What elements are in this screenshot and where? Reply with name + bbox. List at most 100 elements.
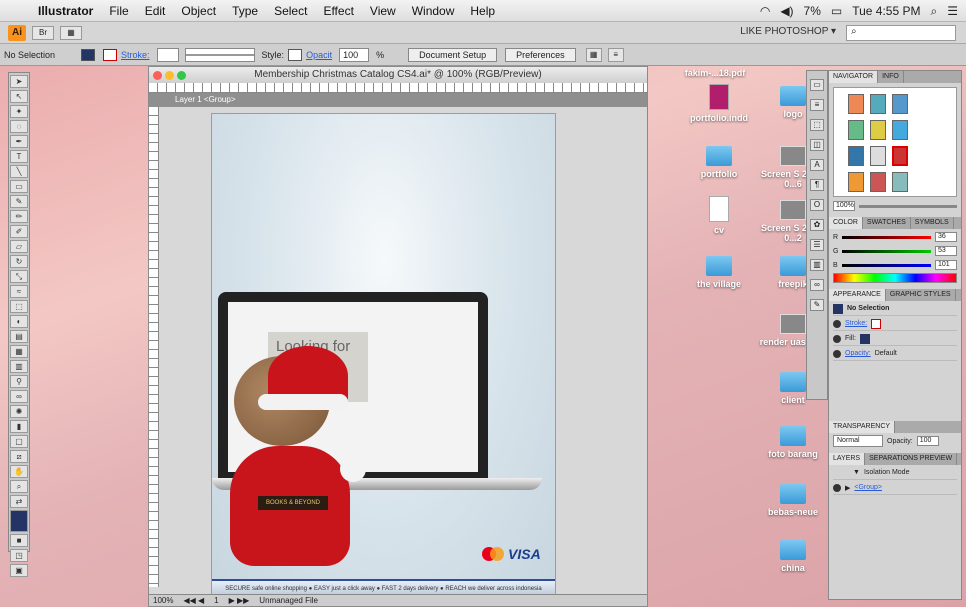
visibility-eye-icon[interactable]	[833, 349, 841, 358]
blend-mode-select[interactable]: Normal	[833, 435, 883, 447]
stroke-panel-icon[interactable]: ☰	[810, 239, 824, 251]
navigator-zoom-slider[interactable]	[859, 204, 957, 208]
wifi-icon[interactable]: ◠	[760, 4, 770, 18]
r-slider[interactable]	[842, 235, 931, 239]
desktop-icon-china[interactable]: china	[758, 540, 828, 573]
vertical-ruler[interactable]	[149, 107, 159, 587]
workspace-switcher[interactable]: LIKE PHOTOSHOP ▾	[740, 26, 836, 37]
spotlight-icon[interactable]: ⌕	[931, 4, 938, 19]
artboard-navigation[interactable]: ◀◀ ◀	[183, 595, 204, 606]
symbols-panel-icon[interactable]: ✿	[810, 219, 824, 231]
opentype-panel-icon[interactable]: O	[810, 199, 824, 211]
help-search-input[interactable]: ⌕	[846, 25, 956, 41]
desktop-icon-bebas-neue[interactable]: bebas-neue	[758, 484, 828, 517]
zoom-level[interactable]: 100%	[153, 595, 173, 606]
tab-layers[interactable]: LAYERS	[829, 453, 866, 465]
pen-tool-icon[interactable]: ✒	[10, 135, 28, 148]
volume-icon[interactable]: ◀︎)	[780, 4, 793, 18]
stroke-link[interactable]: Stroke:	[121, 50, 150, 60]
layer-row-isolation[interactable]: ▼ Isolation Mode	[833, 466, 957, 480]
menu-object[interactable]: Object	[173, 4, 224, 18]
menu-view[interactable]: View	[362, 4, 404, 18]
teddy-bear-illustration[interactable]: BOOKS & BEYOND	[228, 346, 366, 574]
lasso-tool-icon[interactable]: ◌	[10, 120, 28, 133]
pencil-tool-icon[interactable]: ✏	[10, 210, 28, 223]
fill-stroke-indicator[interactable]	[10, 510, 28, 532]
arrange-icon[interactable]: ▦	[585, 47, 602, 62]
tab-info[interactable]: INFO	[878, 71, 904, 83]
fill-swatch[interactable]	[859, 333, 870, 344]
stroke-link[interactable]: Stroke:	[845, 320, 867, 327]
stroke-weight-field[interactable]	[156, 47, 179, 62]
mesh-tool-icon[interactable]: ▦	[10, 345, 28, 358]
tab-color[interactable]: COLOR	[829, 217, 863, 229]
tab-symbols[interactable]: SYMBOLS	[911, 217, 954, 229]
desktop-icon-cv[interactable]: cv	[684, 196, 754, 235]
rectangle-tool-icon[interactable]: ▭	[10, 180, 28, 193]
artboard-next[interactable]: ▶ ▶▶	[229, 595, 250, 606]
panel-menu-icon[interactable]: ≡	[607, 47, 624, 62]
shape-builder-tool-icon[interactable]: ◐	[10, 315, 28, 328]
visibility-eye-icon[interactable]	[833, 319, 841, 328]
status-text[interactable]: Unmanaged File	[259, 595, 318, 606]
hand-tool-icon[interactable]: ✋	[10, 465, 28, 478]
blend-tool-icon[interactable]: ∞	[10, 390, 28, 403]
notification-icon[interactable]: ☰	[947, 4, 958, 18]
menu-type[interactable]: Type	[224, 4, 266, 18]
appearance-opacity-row[interactable]: Opacity: Default	[833, 347, 957, 361]
desktop-icon-pdf[interactable]: fakim-...18.pdf	[680, 68, 750, 78]
desktop-icon-portfolio[interactable]: portfolio	[684, 146, 754, 179]
navigator-zoom-field[interactable]: 100%	[833, 201, 855, 211]
tab-navigator[interactable]: NAVIGATOR	[829, 71, 879, 83]
arrange-documents-button[interactable]: ▦	[60, 25, 82, 40]
opacity-link[interactable]: Opacity:	[845, 350, 871, 357]
eyedropper-tool-icon[interactable]: ⚲	[10, 375, 28, 388]
pathfinder-panel-icon[interactable]: ◫	[810, 139, 824, 151]
menu-help[interactable]: Help	[462, 4, 503, 18]
navigator-preview[interactable]	[833, 87, 957, 197]
desktop-icon-portfolio-indd[interactable]: portfolio.indd	[684, 84, 754, 123]
battery-status[interactable]: 7%	[804, 4, 821, 18]
paintbrush-tool-icon[interactable]: ✎	[10, 195, 28, 208]
stroke-swatch[interactable]	[103, 48, 118, 61]
visibility-eye-icon[interactable]	[833, 334, 841, 343]
zoom-tool-icon[interactable]: ⌕	[10, 480, 28, 493]
g-value-field[interactable]: 53	[935, 246, 957, 256]
brush-definition-select[interactable]	[184, 47, 255, 62]
opacity-link[interactable]: Opacit	[306, 50, 332, 60]
color-mode-icon[interactable]: ■	[10, 534, 28, 547]
clock[interactable]: Tue 4:55 PM	[852, 4, 920, 18]
rotate-tool-icon[interactable]: ↻	[10, 255, 28, 268]
desktop-icon-the-village[interactable]: the village	[684, 256, 754, 289]
appearance-stroke-row[interactable]: Stroke:	[833, 317, 957, 331]
transform-panel-icon[interactable]: ⬚	[810, 119, 824, 131]
drawing-mode-icon[interactable]: ◳	[10, 549, 28, 562]
visibility-eye-icon[interactable]	[833, 483, 841, 492]
slice-tool-icon[interactable]: ⧄	[10, 450, 28, 463]
bridge-button[interactable]: Br	[32, 25, 54, 40]
align-panel-icon[interactable]: ≡	[810, 99, 824, 111]
eraser-tool-icon[interactable]: ▱	[10, 240, 28, 253]
r-value-field[interactable]: 36	[935, 232, 957, 242]
links-panel-icon[interactable]: ∞	[810, 279, 824, 291]
menu-file[interactable]: File	[101, 4, 136, 18]
swap-fill-stroke-icon[interactable]: ⇄	[10, 495, 28, 508]
character-panel-icon[interactable]: A	[810, 159, 824, 171]
horizontal-ruler[interactable]	[149, 83, 647, 93]
menu-app-name[interactable]: Illustrator	[30, 4, 101, 18]
disclosure-triangle-icon[interactable]: ▼	[853, 469, 860, 476]
disclosure-triangle-icon[interactable]: ▶	[845, 484, 850, 492]
close-window-icon[interactable]	[153, 71, 162, 80]
navigator-view-box[interactable]	[892, 146, 908, 166]
symbol-sprayer-tool-icon[interactable]: ✺	[10, 405, 28, 418]
tab-swatches[interactable]: SWATCHES	[863, 217, 911, 229]
g-slider[interactable]	[842, 249, 931, 253]
artboard-number[interactable]: 1	[214, 595, 218, 606]
appearance-fill-row[interactable]: Fill:	[833, 332, 957, 346]
group-layer-label[interactable]: <Group>	[854, 484, 882, 491]
graph-tool-icon[interactable]: ▮	[10, 420, 28, 433]
line-tool-icon[interactable]: ╲	[10, 165, 28, 178]
gradient-tool-icon[interactable]: ▥	[10, 360, 28, 373]
perspective-grid-tool-icon[interactable]: ▤	[10, 330, 28, 343]
blob-brush-tool-icon[interactable]: ✐	[10, 225, 28, 238]
